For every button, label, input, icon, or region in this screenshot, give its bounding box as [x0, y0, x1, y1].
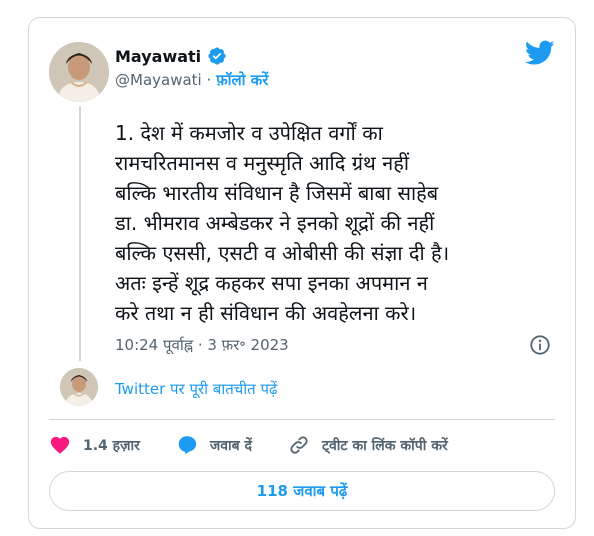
- author-handle[interactable]: @Mayawati: [115, 71, 202, 89]
- reply-label: जवाब दें: [209, 437, 252, 454]
- reply-bubble-icon: [178, 436, 197, 455]
- twitter-bird-icon[interactable]: [525, 40, 555, 66]
- info-icon[interactable]: [529, 334, 551, 356]
- avatar-portrait-icon: [60, 368, 98, 406]
- link-icon: [290, 436, 308, 454]
- verified-badge-icon: [208, 47, 226, 65]
- tweet-actions: 1.4 हज़ार जवाब दें ट्वीट का लिंक कॉपी कर…: [49, 432, 484, 458]
- follow-button[interactable]: फ़ॉलो करें: [216, 71, 268, 89]
- handle-separator: ·: [206, 71, 212, 89]
- copy-link-label: ट्वीट का लिंक कॉपी करें: [321, 437, 448, 454]
- author-name[interactable]: Mayawati: [115, 47, 201, 66]
- copy-link-action[interactable]: ट्वीट का लिंक कॉपी करें: [288, 434, 448, 456]
- avatar-portrait-icon: [49, 42, 109, 102]
- like-count: 1.4 हज़ार: [83, 437, 140, 454]
- author-avatar[interactable]: [49, 42, 109, 102]
- tweet-timestamp[interactable]: 10:24 पूर्वाह्न · 3 फ़र॰ 2023: [115, 335, 289, 355]
- read-conversation-link[interactable]: Twitter पर पूरी बातचीत पढ़ें: [115, 379, 277, 399]
- author-name-row: Mayawati: [115, 46, 227, 66]
- conversation-avatar: [60, 368, 98, 406]
- tweet-text: 1. देश में कमजोर व उपेक्षित वर्गों का रा…: [115, 121, 450, 325]
- divider: [49, 419, 555, 420]
- read-replies-button[interactable]: 118 जवाब पढ़ें: [49, 471, 555, 511]
- like-action[interactable]: 1.4 हज़ार: [49, 434, 140, 456]
- heart-icon: [50, 436, 70, 454]
- thread-line: [79, 106, 81, 361]
- reply-action[interactable]: जवाब दें: [176, 434, 252, 456]
- author-handle-row: @Mayawati · फ़ॉलो करें: [115, 70, 268, 90]
- embedded-tweet-card: Mayawati @Mayawati · फ़ॉलो करें 1. देश म…: [28, 17, 576, 529]
